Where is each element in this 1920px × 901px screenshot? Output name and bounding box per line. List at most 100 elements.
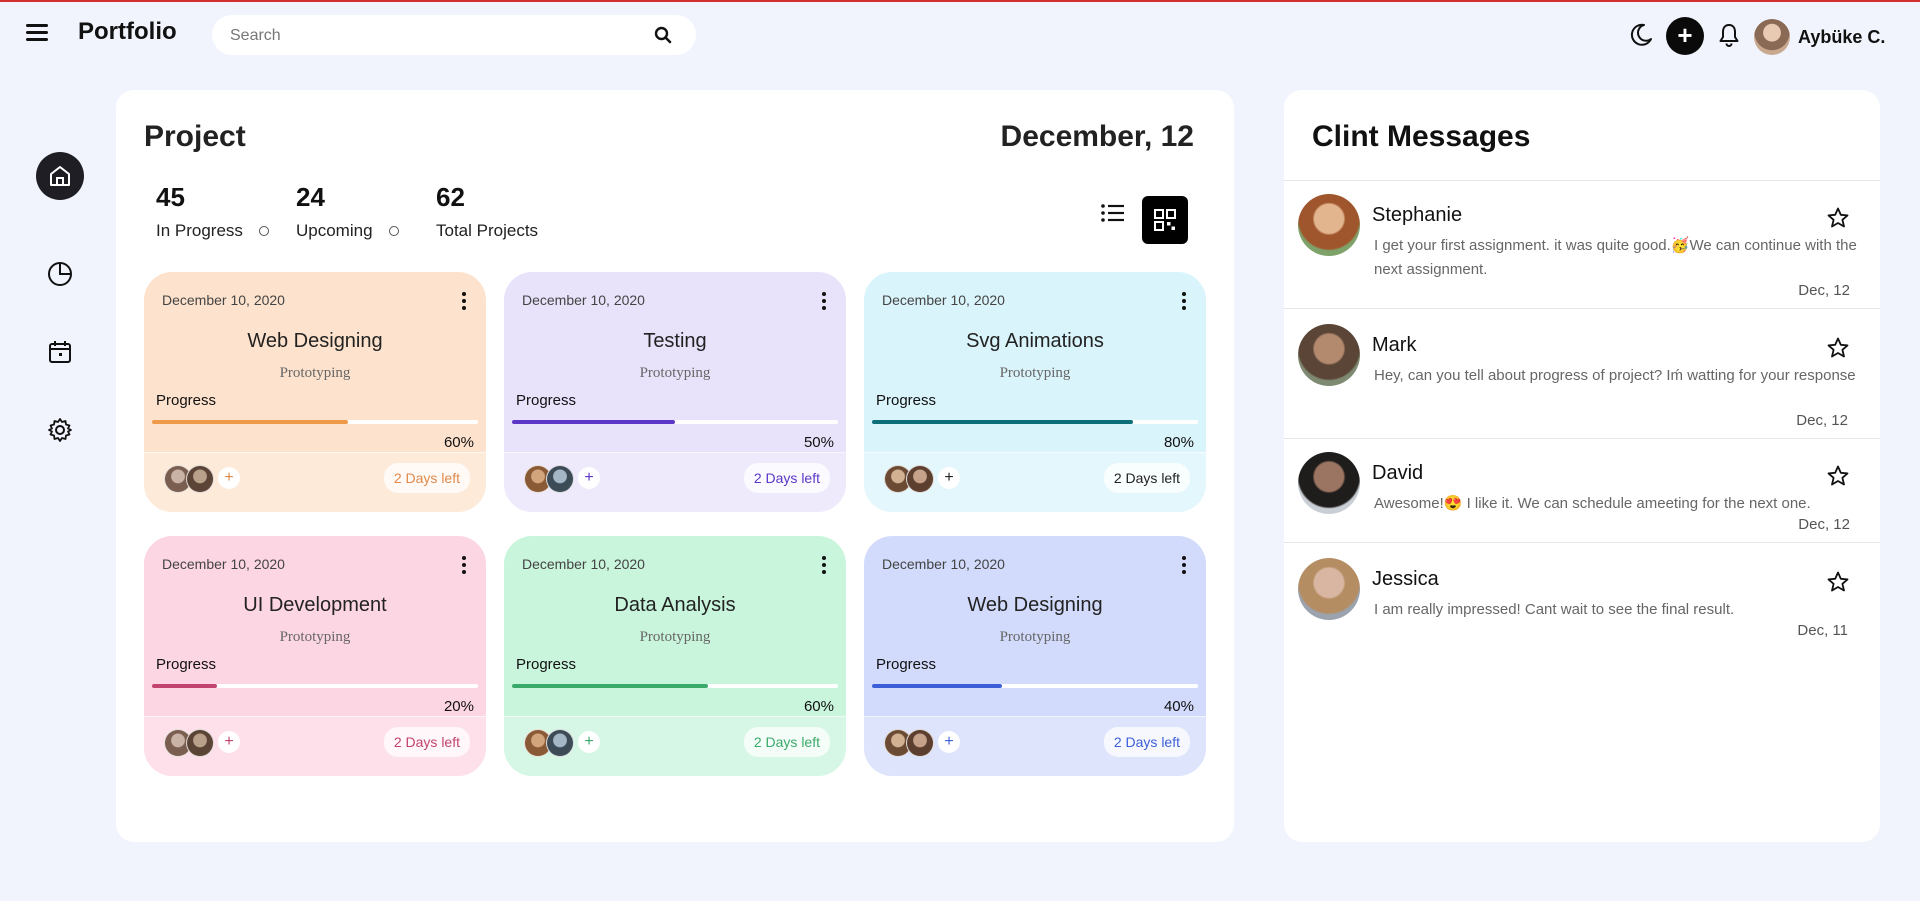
progress-label: Progress [876, 392, 937, 409]
more-options-icon[interactable] [816, 290, 832, 312]
team-avatars [884, 729, 934, 757]
progress-percent: 50% [803, 434, 834, 451]
days-left-badge: 2 Days left [743, 727, 830, 757]
project-card[interactable]: December 10, 2020 Testing Prototyping Progr… [504, 272, 846, 512]
bell-icon[interactable] [1717, 22, 1741, 48]
add-member-button[interactable]: + [578, 731, 600, 753]
days-left-badge: 2 Days left [383, 727, 470, 757]
card-subtitle: Prototyping [639, 365, 711, 381]
message-item[interactable]: Mark Hey, can you tell about progress of … [1284, 324, 1880, 434]
avatar [906, 465, 934, 493]
avatar [1298, 452, 1360, 514]
card-subtitle: Prototyping [639, 629, 711, 645]
days-left-badge: 2 Days left [743, 463, 830, 493]
project-card[interactable]: December 10, 2020 UI Development Prototypi… [144, 536, 486, 776]
add-member-button[interactable]: + [938, 731, 960, 753]
card-title: UI Development [243, 594, 387, 616]
message-date: Dec, 11 [1797, 622, 1848, 639]
moon-icon[interactable] [1628, 22, 1654, 48]
message-item[interactable]: Jessica I am really impressed! Cant wait … [1284, 558, 1880, 668]
card-date: December 10, 2020 [522, 556, 645, 572]
progress-bar [872, 684, 1198, 688]
project-panel: Project December, 12 45 In Progress 24 U… [116, 90, 1234, 842]
calendar-icon [49, 341, 71, 363]
divider [1284, 180, 1880, 181]
avatar [546, 465, 574, 493]
top-bar: Portfolio + Aybüke C. [0, 2, 1920, 70]
search-icon[interactable] [654, 26, 672, 44]
card-footer: +2 Days left [504, 716, 846, 776]
progress-percent: 60% [443, 434, 474, 451]
team-avatars [164, 465, 214, 493]
more-options-icon[interactable] [456, 554, 472, 576]
more-options-icon[interactable] [816, 554, 832, 576]
progress-fill [512, 420, 675, 424]
card-date: December 10, 2020 [522, 292, 645, 308]
progress-label: Progress [156, 392, 217, 409]
progress-percent: 40% [1163, 698, 1194, 715]
progress-label: Progress [876, 656, 937, 673]
sender-name: Jessica [1372, 568, 1439, 590]
stat-label: Total Projects [436, 221, 539, 240]
card-date: December 10, 2020 [162, 292, 285, 308]
card-title: Testing [643, 330, 707, 352]
star-icon[interactable] [1826, 336, 1850, 360]
progress-percent: 20% [443, 698, 474, 715]
stat-value: 45 [156, 182, 185, 212]
sidebar-item-home[interactable] [36, 152, 84, 200]
stat-in-progress: 45 In Progress [156, 182, 269, 241]
message-item[interactable]: David Awesome!😍 I like it. We can schedul… [1284, 452, 1880, 562]
more-options-icon[interactable] [456, 290, 472, 312]
card-subtitle: Prototyping [999, 629, 1071, 645]
current-date: December, 12 [1000, 120, 1194, 153]
search-input[interactable] [228, 15, 632, 57]
grid-icon [1154, 209, 1176, 231]
star-icon[interactable] [1826, 570, 1850, 594]
avatar [546, 729, 574, 757]
sidebar-item-analytics[interactable] [36, 250, 84, 298]
stat-total: 62 Total Projects [436, 182, 538, 241]
star-icon[interactable] [1826, 206, 1850, 230]
card-title: Web Designing [247, 330, 383, 352]
project-card[interactable]: December 10, 2020 Data Analysis Prototypin… [504, 536, 846, 776]
page-title: Project [144, 120, 246, 153]
sidebar-item-settings[interactable] [36, 406, 84, 454]
more-options-icon[interactable] [1176, 290, 1192, 312]
circle-icon [258, 226, 269, 236]
message-item[interactable]: Stephanie I get your first assignment. it… [1284, 194, 1880, 304]
avatar [906, 729, 934, 757]
card-title: Svg Animations [966, 330, 1104, 352]
card-footer: +2 Days left [864, 716, 1206, 776]
more-options-icon[interactable] [1176, 554, 1192, 576]
progress-percent: 80% [1163, 434, 1194, 451]
message-text: I am really impressed! Cant wait to see … [1374, 601, 1735, 618]
user-menu[interactable]: Aybüke C. [1754, 18, 1885, 56]
card-footer: +2 Days left [144, 452, 486, 512]
add-member-button[interactable]: + [938, 467, 960, 489]
grid-view-button[interactable] [1142, 196, 1188, 244]
add-member-button[interactable]: + [218, 467, 240, 489]
add-button[interactable]: + [1666, 17, 1704, 55]
project-card[interactable]: December 10, 2020 Web Designing Prototypin… [864, 536, 1206, 776]
star-icon[interactable] [1826, 464, 1850, 488]
project-card[interactable]: December 10, 2020 Web Designing Prototypin… [144, 272, 486, 512]
progress-label: Progress [156, 656, 217, 673]
message-date: Dec, 12 [1798, 282, 1850, 299]
sidebar-item-calendar[interactable] [36, 328, 84, 376]
card-title: Web Designing [967, 594, 1103, 616]
add-member-button[interactable]: + [218, 731, 240, 753]
card-footer: +2 Days left [144, 716, 486, 776]
add-member-button[interactable]: + [578, 467, 600, 489]
menu-icon[interactable] [26, 24, 48, 42]
search-bar [212, 15, 696, 57]
avatar [186, 729, 214, 757]
list-view-icon[interactable] [1098, 198, 1128, 228]
team-avatars [884, 465, 934, 493]
project-card[interactable]: December 10, 2020 Svg Animations Prototypi… [864, 272, 1206, 512]
stat-label: Upcoming [296, 221, 373, 240]
card-date: December 10, 2020 [162, 556, 285, 572]
progress-bar [152, 420, 478, 424]
avatar [1298, 324, 1360, 386]
card-subtitle: Prototyping [279, 365, 351, 381]
days-left-badge: 2 Days left [1103, 463, 1190, 493]
